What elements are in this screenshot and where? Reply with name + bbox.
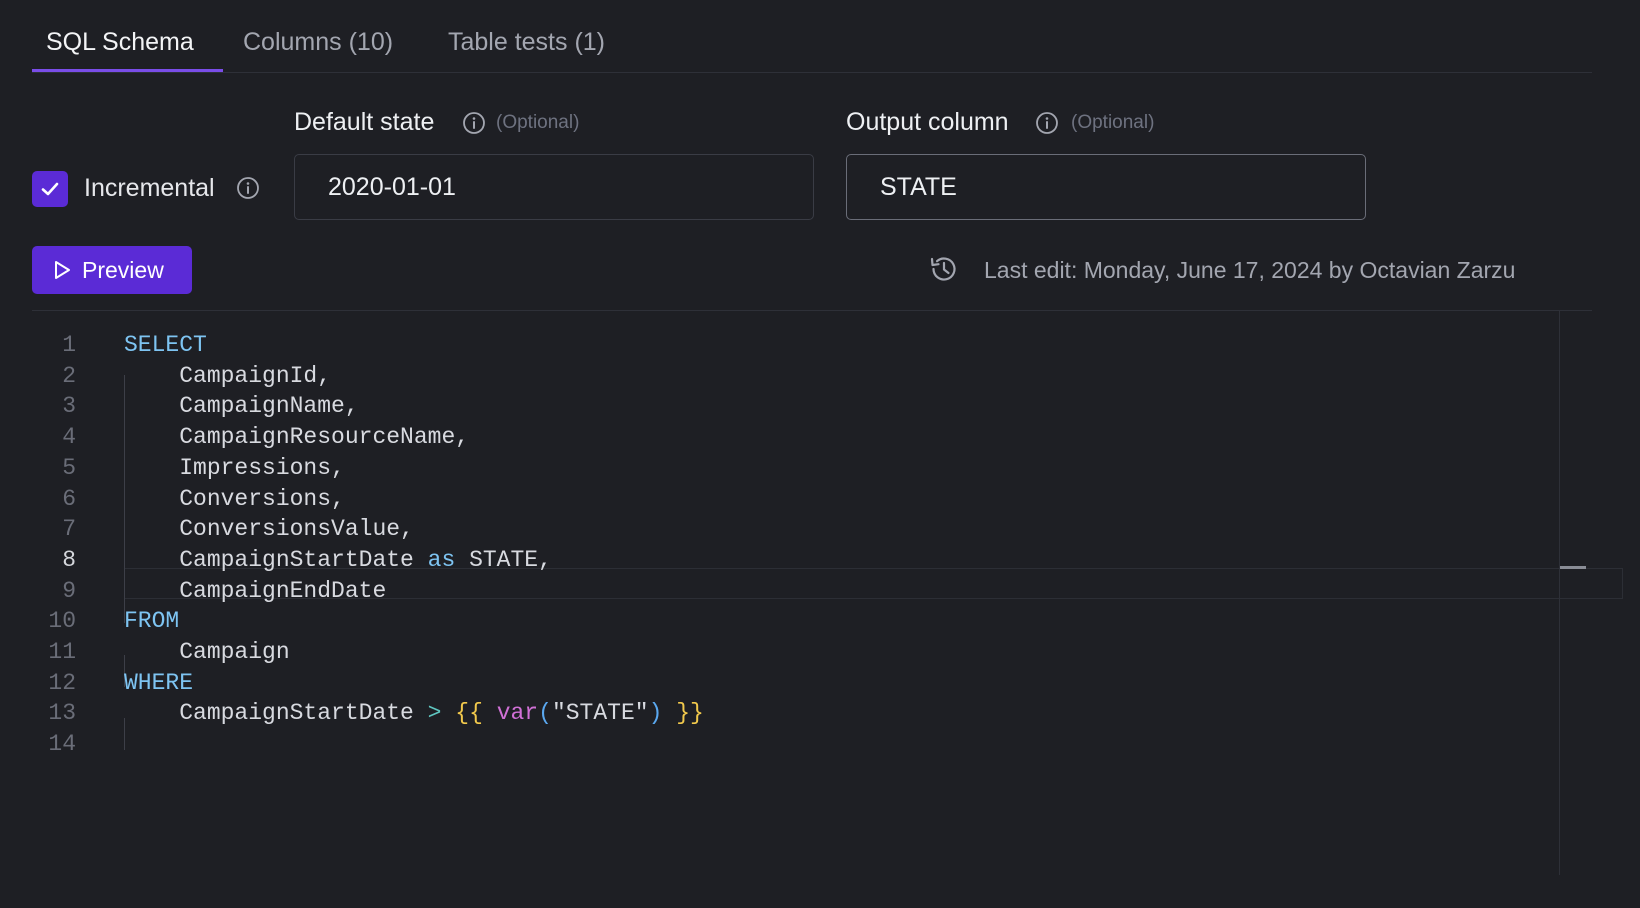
active-tab-indicator bbox=[32, 69, 223, 72]
code-line: Impressions, bbox=[124, 455, 345, 481]
code-token: as bbox=[427, 546, 456, 573]
overview-ruler-cursor-mark bbox=[1560, 566, 1586, 569]
line-number: 12 bbox=[48, 669, 76, 696]
code-line: CampaignStartDate > {{ var("STATE") }} bbox=[124, 700, 704, 726]
code-token: ConversionsValue, bbox=[124, 516, 414, 543]
default-state-optional: (Optional) bbox=[496, 112, 580, 133]
editor-overview-ruler bbox=[1559, 311, 1560, 875]
output-column-label: Output column bbox=[846, 108, 1009, 136]
code-token: Conversions, bbox=[124, 485, 345, 512]
code-token: {{ bbox=[455, 700, 483, 727]
output-column-input[interactable] bbox=[846, 154, 1366, 220]
preview-button[interactable]: Preview bbox=[32, 246, 192, 294]
default-state-label: Default state bbox=[294, 108, 435, 136]
play-icon bbox=[55, 261, 70, 279]
sql-schema-page: SQL Schema Columns (10) Table tests (1) … bbox=[0, 0, 1640, 908]
preview-button-label: Preview bbox=[82, 257, 164, 283]
last-edit-text: Last edit: Monday, June 17, 2024 by Octa… bbox=[984, 257, 1516, 283]
sql-code-editor[interactable]: 1 2 3 4 5 6 7 8 9 10 11 12 13 14 SELECT CampaignId, C… bbox=[32, 311, 1623, 875]
code-token: CampaignEndDate bbox=[124, 577, 387, 604]
tab-columns[interactable]: Columns (10) bbox=[243, 28, 393, 57]
line-number: 7 bbox=[62, 516, 76, 543]
code-token: CampaignStartDate bbox=[124, 700, 428, 727]
code-token: "STATE" bbox=[551, 700, 649, 727]
info-icon[interactable] bbox=[1035, 111, 1059, 135]
line-number: 6 bbox=[62, 485, 76, 512]
code-token: > bbox=[427, 700, 442, 727]
check-icon bbox=[41, 182, 59, 196]
code-token: STATE, bbox=[455, 546, 552, 573]
code-token: ( bbox=[538, 700, 552, 727]
default-state-input[interactable] bbox=[294, 154, 814, 220]
code-line: Conversions, bbox=[124, 486, 345, 512]
incremental-checkbox[interactable] bbox=[32, 171, 68, 207]
code-token: }} bbox=[676, 700, 704, 727]
history-icon[interactable] bbox=[928, 253, 960, 290]
code-line: CampaignEndDate bbox=[124, 578, 386, 604]
line-number: 11 bbox=[48, 639, 76, 665]
code-token: CampaignName, bbox=[124, 393, 359, 420]
info-icon[interactable] bbox=[236, 176, 260, 200]
incremental-label: Incremental bbox=[84, 174, 215, 202]
code-line: CampaignName, bbox=[124, 393, 359, 420]
code-line: CampaignResourceName, bbox=[124, 424, 469, 450]
code-line: Campaign bbox=[124, 639, 290, 665]
line-number: 13 bbox=[48, 700, 76, 727]
line-number: 5 bbox=[62, 454, 76, 481]
info-icon[interactable] bbox=[462, 111, 486, 135]
code-line: FROM bbox=[124, 608, 179, 634]
line-number: 1 bbox=[62, 332, 76, 358]
line-number: 9 bbox=[62, 577, 76, 604]
code-token: CampaignId, bbox=[124, 362, 332, 389]
code-line: CampaignStartDate as STATE, bbox=[124, 547, 552, 573]
code-token: ) bbox=[648, 700, 663, 727]
line-number: 3 bbox=[62, 393, 76, 420]
code-token: var bbox=[496, 700, 539, 727]
code-token: Campaign bbox=[124, 639, 290, 665]
line-number: 8 bbox=[62, 546, 76, 573]
code-line: SELECT bbox=[124, 332, 207, 358]
code-token: SELECT bbox=[124, 332, 207, 358]
output-column-optional: (Optional) bbox=[1071, 112, 1155, 133]
code-token: WHERE bbox=[124, 669, 194, 696]
code-line: CampaignId, bbox=[124, 363, 331, 389]
line-number: 2 bbox=[62, 362, 76, 389]
line-number: 10 bbox=[48, 608, 76, 635]
line-number: 14 bbox=[48, 731, 76, 758]
tab-bar: SQL Schema Columns (10) Table tests (1) bbox=[32, 0, 1592, 73]
line-number: 4 bbox=[62, 424, 76, 451]
tab-sql-schema[interactable]: SQL Schema bbox=[46, 28, 194, 57]
code-line: WHERE bbox=[124, 670, 193, 696]
code-token: FROM bbox=[124, 608, 180, 635]
code-token: CampaignStartDate bbox=[124, 546, 428, 573]
code-line: ConversionsValue, bbox=[124, 516, 414, 542]
code-token: CampaignResourceName, bbox=[124, 424, 470, 451]
code-token: Impressions, bbox=[124, 454, 345, 481]
tab-table-tests[interactable]: Table tests (1) bbox=[448, 28, 605, 57]
